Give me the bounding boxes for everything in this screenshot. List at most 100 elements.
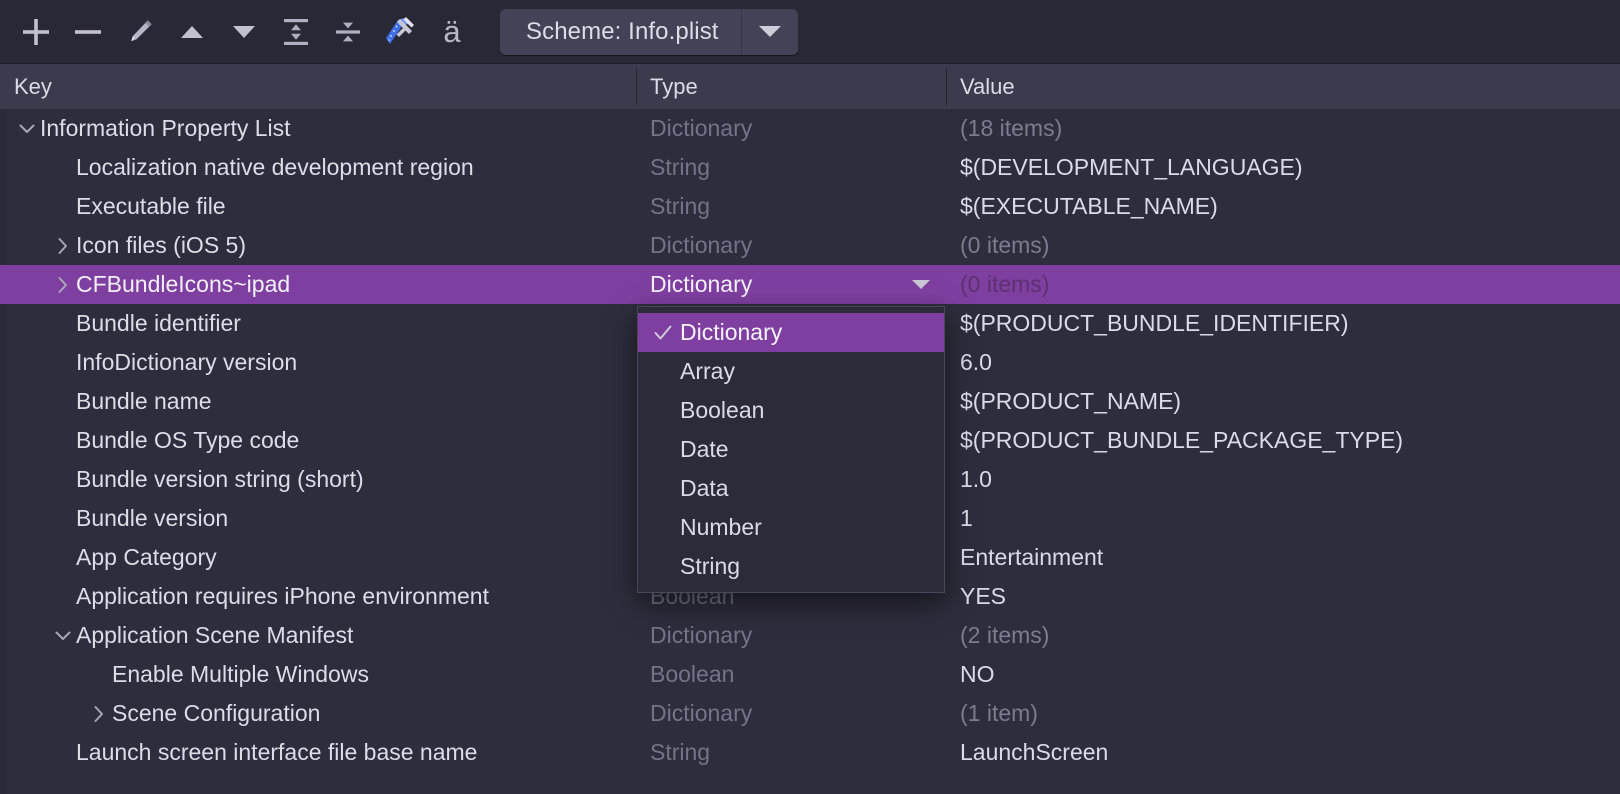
cell-type[interactable]: Dictionary [636, 616, 946, 655]
edit-button[interactable] [114, 8, 166, 56]
table-row[interactable]: Localization native development region St… [0, 148, 1620, 187]
disclosure-spacer [50, 499, 76, 538]
table-row[interactable]: Application Scene ManifestDictionary (2 i… [0, 616, 1620, 655]
menu-item-dictionary[interactable]: Dictionary [638, 313, 944, 352]
key-label: Bundle name [76, 388, 212, 415]
cell-value[interactable]: 1.0 [946, 460, 1620, 499]
menu-item-boolean[interactable]: Boolean [638, 391, 944, 430]
cell-value[interactable]: $(PRODUCT_BUNDLE_PACKAGE_TYPE) [946, 421, 1620, 460]
cell-type[interactable]: Dictionary [636, 109, 946, 148]
localize-button[interactable]: ä [426, 8, 478, 56]
collapse-all-button[interactable] [322, 8, 374, 56]
key-label: Bundle OS Type code [76, 427, 299, 454]
menu-item-number[interactable]: Number [638, 508, 944, 547]
table-row[interactable]: CFBundleIcons~ipadDictionary(0 items) [0, 265, 1620, 304]
cell-value[interactable]: 1 [946, 499, 1620, 538]
menu-item-date[interactable]: Date [638, 430, 944, 469]
cell-key[interactable]: Enable Multiple Windows [0, 655, 636, 694]
move-up-button[interactable] [166, 8, 218, 56]
chevron-down-icon [759, 26, 781, 37]
expand-all-button[interactable] [270, 8, 322, 56]
column-header-type[interactable]: Type [636, 64, 946, 109]
cell-type[interactable]: Dictionary [636, 265, 946, 304]
cell-value[interactable]: (1 item) [946, 694, 1620, 733]
scheme-popup-arrow[interactable] [742, 9, 798, 55]
cell-value[interactable]: $(EXECUTABLE_NAME) [946, 187, 1620, 226]
type-dropdown-menu[interactable]: Dictionary ArrayBooleanDateData Number Stri… [637, 306, 945, 593]
cell-type[interactable]: String [636, 187, 946, 226]
key-label: Localization native development region [76, 154, 474, 181]
disclosure-spacer [50, 460, 76, 499]
cell-key[interactable]: InfoDictionary version [0, 343, 636, 382]
cell-value[interactable]: (0 items) [946, 226, 1620, 265]
cell-type[interactable]: Dictionary [636, 694, 946, 733]
disclosure-triangle[interactable] [14, 109, 40, 148]
value-label: LaunchScreen [960, 739, 1108, 766]
cell-value[interactable]: YES [946, 577, 1620, 616]
xcode-button[interactable] [374, 8, 426, 56]
disclosure-triangle[interactable] [50, 265, 76, 304]
cell-key[interactable]: Information Property List [0, 109, 636, 148]
cell-value[interactable]: NO [946, 655, 1620, 694]
cell-key[interactable]: Bundle identifier [0, 304, 636, 343]
disclosure-triangle[interactable] [50, 616, 76, 655]
cell-key[interactable]: Icon files (iOS 5) [0, 226, 636, 265]
table-row[interactable]: Icon files (iOS 5) Dictionary (0 items) [0, 226, 1620, 265]
cell-key[interactable]: Application requires iPhone environment [0, 577, 636, 616]
cell-value[interactable]: 6.0 [946, 343, 1620, 382]
move-down-button[interactable] [218, 8, 270, 56]
disclosure-triangle[interactable] [86, 694, 112, 733]
type-label: Dictionary [650, 232, 752, 259]
chevron-right-icon [52, 235, 74, 257]
menu-item-array[interactable]: Array [638, 352, 944, 391]
cell-type[interactable]: String [636, 148, 946, 187]
cell-value[interactable]: (0 items) [946, 265, 1620, 304]
value-label: (1 item) [960, 700, 1038, 727]
cell-key[interactable]: Localization native development region [0, 148, 636, 187]
cell-type[interactable]: String [636, 733, 946, 772]
menu-item-label: Number [678, 514, 762, 541]
cell-type[interactable]: Dictionary [636, 226, 946, 265]
column-header-key[interactable]: Key [0, 64, 636, 109]
cell-value[interactable]: LaunchScreen [946, 733, 1620, 772]
cell-value[interactable]: Entertainment [946, 538, 1620, 577]
type-label: Dictionary [650, 115, 752, 142]
cell-value[interactable]: (18 items) [946, 109, 1620, 148]
cell-key[interactable]: Bundle version [0, 499, 636, 538]
cell-value[interactable]: $(PRODUCT_BUNDLE_IDENTIFIER) [946, 304, 1620, 343]
cell-value[interactable]: (2 items) [946, 616, 1620, 655]
menu-item-label: Dictionary [678, 319, 782, 346]
cell-key[interactable]: Bundle version string (short) [0, 460, 636, 499]
table-row[interactable]: Executable fileString $(EXECUTABLE_NAME) [0, 187, 1620, 226]
cell-key[interactable]: CFBundleIcons~ipad [0, 265, 636, 304]
cell-key[interactable]: App Category [0, 538, 636, 577]
cell-value[interactable]: $(PRODUCT_NAME) [946, 382, 1620, 421]
cell-key[interactable]: Executable file [0, 187, 636, 226]
table-row[interactable]: Launch screen interface file base nameSt… [0, 733, 1620, 772]
type-popup-button[interactable]: Dictionary [636, 265, 946, 304]
value-label: $(EXECUTABLE_NAME) [960, 193, 1218, 220]
pencil-icon [124, 16, 156, 48]
disclosure-spacer [50, 733, 76, 772]
menu-item-data[interactable]: Data [638, 469, 944, 508]
table-row[interactable]: Scene ConfigurationDictionary (1 item) [0, 694, 1620, 733]
a-umlaut-icon: ä [443, 16, 460, 47]
menu-item-string[interactable]: String [638, 547, 944, 586]
checkmark-icon [648, 322, 678, 344]
table-row[interactable]: Information Property List Dictionary (18 i… [0, 109, 1620, 148]
cell-key[interactable]: Application Scene Manifest [0, 616, 636, 655]
cell-value[interactable]: $(DEVELOPMENT_LANGUAGE) [946, 148, 1620, 187]
disclosure-triangle[interactable] [50, 226, 76, 265]
cell-type[interactable]: Boolean [636, 655, 946, 694]
editor-toolbar: ä Scheme: Info.plist [0, 0, 1620, 64]
cell-key[interactable]: Scene Configuration [0, 694, 636, 733]
cell-key[interactable]: Bundle name [0, 382, 636, 421]
cell-key[interactable]: Bundle OS Type code [0, 421, 636, 460]
value-label: (2 items) [960, 622, 1049, 649]
cell-key[interactable]: Launch screen interface file base name [0, 733, 636, 772]
scheme-popup-button[interactable]: Scheme: Info.plist [500, 9, 798, 55]
remove-button[interactable] [62, 8, 114, 56]
add-button[interactable] [10, 8, 62, 56]
table-row[interactable]: Enable Multiple WindowsBooleanNO [0, 655, 1620, 694]
column-header-value[interactable]: Value [946, 64, 1620, 109]
